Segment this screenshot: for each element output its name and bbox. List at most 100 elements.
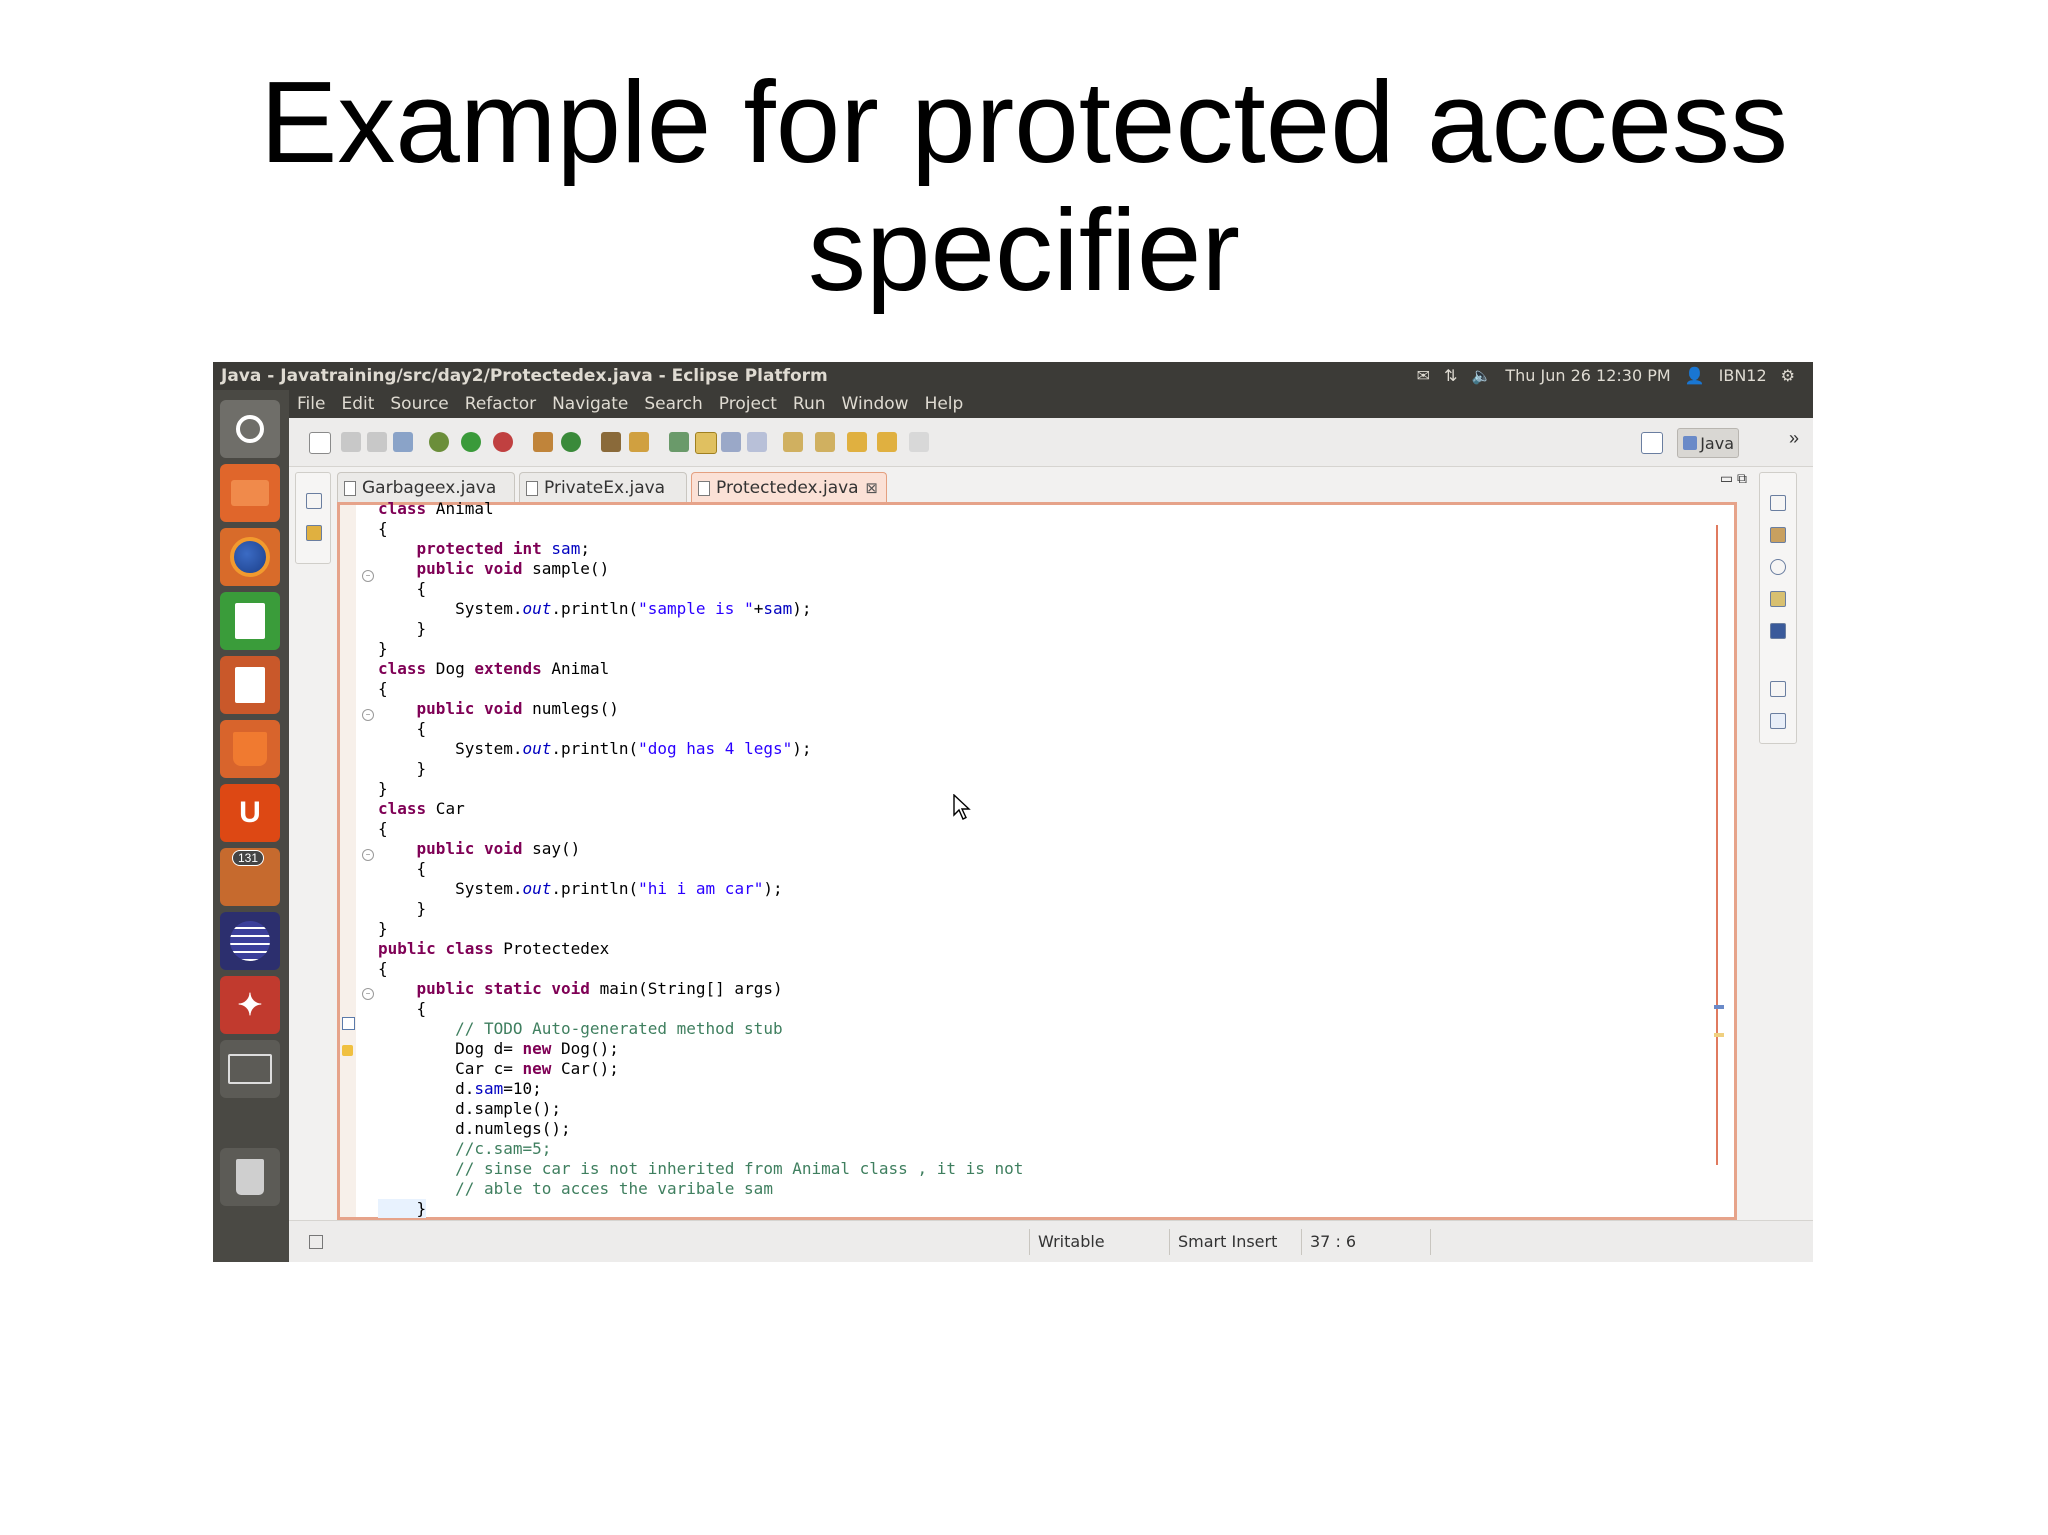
java-perspective-icon (1683, 436, 1697, 450)
problems-icon[interactable] (1770, 527, 1786, 543)
menu-help[interactable]: Help (925, 390, 964, 418)
block-selection-icon[interactable] (721, 432, 741, 452)
eclipse-icon[interactable] (220, 912, 280, 970)
back-icon[interactable] (877, 432, 897, 452)
previous-annotation-icon[interactable] (815, 432, 835, 452)
restore-outline-icon[interactable] (1770, 681, 1786, 697)
mark-occurrences-icon[interactable] (695, 432, 717, 454)
package-explorer-icon[interactable] (306, 525, 322, 541)
warning-overview-marker[interactable] (1714, 1033, 1724, 1037)
clock[interactable]: Thu Jun 26 12:30 PM (1505, 362, 1670, 390)
network-icon[interactable]: ⇅ (1444, 362, 1457, 390)
save-all-icon[interactable] (367, 432, 387, 452)
slide-title-line1: Example for protected access (259, 57, 1789, 187)
task-marker-icon[interactable] (342, 1017, 355, 1030)
user-icon: 👤 (1684, 366, 1705, 385)
spreadsheet-icon[interactable] (220, 592, 280, 650)
tab-garbageex[interactable]: Garbageex.java (337, 472, 515, 502)
annotation-icon[interactable] (669, 432, 689, 452)
menu-search[interactable]: Search (644, 390, 702, 418)
new-java-project-icon[interactable] (533, 432, 553, 452)
fold-toggle-icon[interactable]: − (362, 849, 374, 861)
menu-navigate[interactable]: Navigate (552, 390, 628, 418)
outline-icon[interactable] (1770, 713, 1786, 729)
tab-protectedex[interactable]: Protectedex.java ⊠ (691, 472, 887, 502)
java-file-icon (344, 481, 356, 496)
minimize-editor-icon[interactable]: ▭ (1720, 470, 1733, 486)
updates-icon[interactable]: 131 (220, 848, 280, 906)
java-perspective-button[interactable]: Java (1677, 428, 1739, 458)
debug-icon[interactable] (429, 432, 449, 452)
software-center-icon[interactable] (220, 720, 280, 778)
restore-icon[interactable] (306, 493, 322, 509)
console-icon[interactable] (1770, 623, 1786, 639)
warning-marker-icon[interactable] (342, 1045, 353, 1056)
forward-icon[interactable] (909, 432, 929, 452)
new-file-icon[interactable] (309, 432, 331, 454)
show-whitespace-icon[interactable] (747, 432, 767, 452)
tab-label: Protectedex.java (716, 478, 859, 498)
ubuntu-one-icon[interactable]: U (220, 784, 280, 842)
overview-ruler (1716, 525, 1718, 1165)
menu-file[interactable]: File (297, 390, 325, 418)
tab-label: PrivateEx.java (544, 478, 666, 498)
run-icon[interactable] (461, 432, 481, 452)
settings-gear-icon[interactable]: ⚙ (1781, 362, 1795, 390)
user-name[interactable]: IBN12 (1719, 362, 1767, 390)
external-tools-icon[interactable] (493, 432, 513, 452)
eclipse-screenshot: Java - Javatraining/src/day2/Protectedex… (213, 362, 1813, 1262)
slide-title-line2: specifier (808, 185, 1240, 315)
java-perspective-label: Java (1700, 434, 1734, 453)
menu-window[interactable]: Window (842, 390, 909, 418)
menu-edit[interactable]: Edit (341, 390, 374, 418)
menu-source[interactable]: Source (390, 390, 448, 418)
status-cursor-position: 37 : 6 (1301, 1229, 1431, 1255)
workspace-switcher-icon[interactable] (220, 1040, 280, 1098)
toolbar-overflow-icon[interactable]: » (1789, 428, 1799, 449)
open-type-icon[interactable] (601, 432, 621, 452)
status-writable: Writable (1029, 1229, 1134, 1255)
source-code[interactable]: class Animal { protected int sam; public… (378, 499, 1023, 1219)
ubuntu-top-panel: Java - Javatraining/src/day2/Protectedex… (213, 362, 1813, 418)
right-minimized-views (1759, 472, 1797, 744)
tab-privateex[interactable]: PrivateEx.java (519, 472, 687, 502)
java-file-icon (698, 481, 710, 496)
next-annotation-icon[interactable] (783, 432, 803, 452)
trash-icon[interactable] (220, 1148, 280, 1206)
status-bar: Writable Smart Insert 37 : 6 (289, 1220, 1813, 1262)
menu-refactor[interactable]: Refactor (465, 390, 536, 418)
menu-project[interactable]: Project (719, 390, 777, 418)
restore-right-icon[interactable] (1770, 495, 1786, 511)
editor-window-controls: ▭ ⧉ (1720, 470, 1747, 487)
fold-toggle-icon[interactable]: − (362, 709, 374, 721)
dash-home-icon[interactable] (220, 400, 280, 458)
new-java-class-icon[interactable] (561, 432, 581, 452)
main-toolbar: Java » (289, 418, 1813, 467)
search-icon[interactable] (629, 432, 649, 452)
maximize-editor-icon[interactable]: ⧉ (1737, 470, 1747, 486)
editor-tabs: Garbageex.java PrivateEx.java Protectede… (337, 468, 1737, 502)
code-editor[interactable]: − − − − class Animal { protected int sam… (337, 499, 1737, 1220)
volume-icon[interactable]: 🔈 (1471, 362, 1491, 390)
java-file-icon (526, 481, 538, 496)
fast-view-icon[interactable] (309, 1235, 323, 1249)
fold-toggle-icon[interactable]: − (362, 570, 374, 582)
last-edit-icon[interactable] (847, 432, 867, 452)
menu-run[interactable]: Run (793, 390, 826, 418)
unity-launcher: U 131 ✦ (213, 390, 289, 1262)
files-icon[interactable] (220, 464, 280, 522)
system-tray: ✉ ⇅ 🔈 Thu Jun 26 12:30 PM 👤 IBN12 ⚙ (1417, 362, 1795, 390)
task-overview-marker[interactable] (1714, 1005, 1724, 1009)
menu-bar: File Edit Source Refactor Navigate Search Proj… (297, 390, 963, 418)
javadoc-icon[interactable] (1770, 559, 1786, 575)
mail-icon[interactable]: ✉ (1417, 362, 1430, 390)
print-icon[interactable] (393, 432, 413, 452)
firefox-icon[interactable] (220, 528, 280, 586)
open-perspective-icon[interactable] (1641, 432, 1663, 454)
save-icon[interactable] (341, 432, 361, 452)
left-minimized-views (295, 472, 331, 564)
fold-toggle-icon[interactable]: − (362, 988, 374, 1000)
presentation-icon[interactable] (220, 656, 280, 714)
declaration-icon[interactable] (1770, 591, 1786, 607)
system-settings-icon[interactable]: ✦ (220, 976, 280, 1034)
